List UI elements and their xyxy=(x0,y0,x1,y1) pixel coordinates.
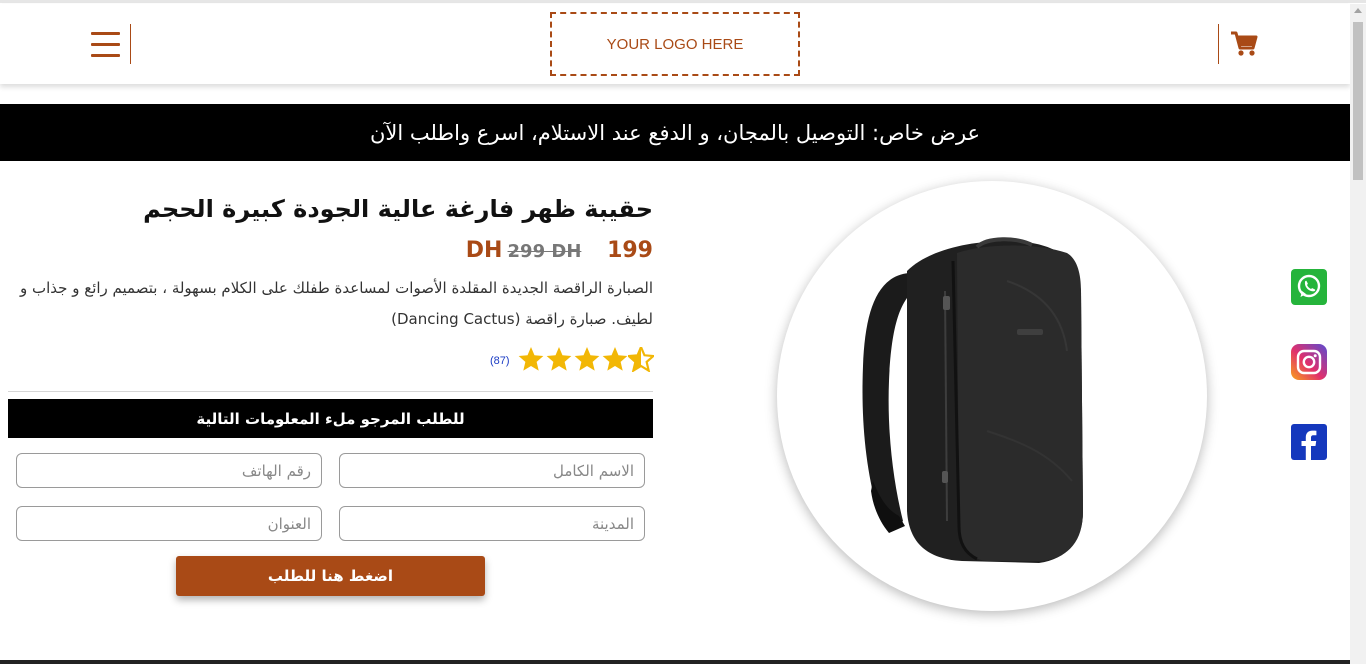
phone-field[interactable] xyxy=(16,453,322,488)
product-title: حقيبة ظهر فارغة عالية الجودة كبيرة الحجم xyxy=(143,195,653,223)
product-rating: (87) xyxy=(488,346,655,374)
page-scrollbar[interactable] xyxy=(1350,4,1366,664)
order-submit-button[interactable]: اضغط هنا للطلب xyxy=(176,556,485,596)
promo-banner-text: عرض خاص: التوصيل بالمجان، و الدفع عند ال… xyxy=(369,120,981,145)
product-description: الصبارة الراقصة الجديدة المقلدة الأصوات … xyxy=(19,279,653,328)
header-divider-left xyxy=(130,24,131,64)
whatsapp-icon[interactable] xyxy=(1291,269,1327,305)
hamburger-menu-icon[interactable] xyxy=(91,32,120,58)
site-logo[interactable]: YOUR LOGO HERE xyxy=(550,12,800,76)
order-form-heading-text: للطلب المرجو ملء المعلومات التالية xyxy=(196,409,465,428)
scroll-up-arrow-icon[interactable] xyxy=(1354,8,1362,13)
header-divider-right xyxy=(1218,24,1219,64)
instagram-icon[interactable] xyxy=(1291,344,1327,380)
order-form-heading: للطلب المرجو ملء المعلومات التالية xyxy=(8,399,653,438)
product-price: 199 DH 299 DH xyxy=(8,238,653,263)
star-full-icon xyxy=(602,347,628,371)
star-full-icon xyxy=(546,347,572,371)
backpack-product-image xyxy=(862,237,1083,563)
product-image-frame xyxy=(777,181,1207,611)
star-full-icon xyxy=(574,347,600,371)
address-field[interactable] xyxy=(16,506,322,541)
scrollbar-thumb[interactable] xyxy=(1353,22,1363,180)
price-original: 299 DH xyxy=(507,241,582,262)
city-field[interactable] xyxy=(339,506,645,541)
facebook-icon[interactable] xyxy=(1291,424,1327,460)
browser-top-line xyxy=(0,0,1366,3)
fullname-field[interactable] xyxy=(339,453,645,488)
star-full-icon xyxy=(518,347,544,371)
section-divider xyxy=(8,391,653,392)
rating-count: (87) xyxy=(490,355,510,367)
next-section-edge xyxy=(0,660,1350,664)
shopping-cart-icon[interactable] xyxy=(1230,30,1258,58)
star-half-icon xyxy=(628,347,654,372)
promo-banner: عرض خاص: التوصيل بالمجان، و الدفع عند ال… xyxy=(0,104,1350,161)
site-header: YOUR LOGO HERE xyxy=(0,4,1350,84)
